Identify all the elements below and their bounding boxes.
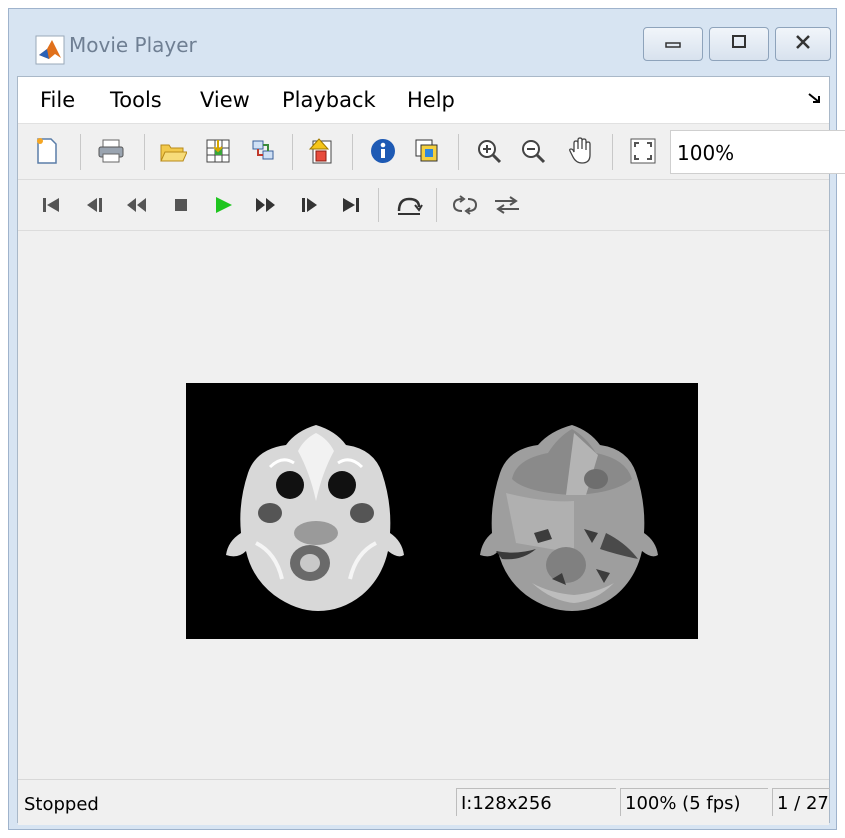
highlight-simulink-icon[interactable] xyxy=(306,136,336,166)
go-to-last-icon[interactable] xyxy=(336,190,366,220)
new-document-icon[interactable] xyxy=(32,136,62,166)
close-icon xyxy=(793,34,813,55)
close-button[interactable] xyxy=(775,27,831,61)
step-back-icon[interactable] xyxy=(80,190,110,220)
menu-bar: File Tools View Playback Help xyxy=(18,77,829,124)
toolbar-separator xyxy=(458,134,459,170)
toolbar-separator xyxy=(378,188,379,222)
maximize-button[interactable] xyxy=(709,27,769,61)
jump-to-icon[interactable] xyxy=(394,190,424,220)
menu-help[interactable]: Help xyxy=(407,88,455,112)
toolbar-separator xyxy=(436,188,437,222)
zoom-in-icon[interactable] xyxy=(474,136,504,166)
info-icon[interactable] xyxy=(368,136,398,166)
dock-arrow-icon[interactable] xyxy=(807,91,821,107)
menu-file[interactable]: File xyxy=(40,88,75,112)
toolbar-separator xyxy=(352,134,353,170)
connect-signal-icon[interactable] xyxy=(248,136,278,166)
pan-hand-icon[interactable] xyxy=(566,136,596,166)
repeat-icon[interactable] xyxy=(450,190,480,220)
go-to-first-icon[interactable] xyxy=(36,190,66,220)
toolbar-separator xyxy=(612,134,613,170)
image-info-cell: I:128x256 xyxy=(456,788,616,816)
playback-toolbar xyxy=(18,180,829,231)
movie-player-window: Movie Player File Tools View Playback He… xyxy=(8,8,845,830)
step-forward-icon[interactable] xyxy=(294,190,324,220)
status-bar: Stopped I:128x256 100% (5 fps) 1 / 27 xyxy=(18,779,830,825)
window-title: Movie Player xyxy=(69,33,197,57)
menu-view[interactable]: View xyxy=(200,88,250,112)
frame-counter-cell: 1 / 27 xyxy=(772,788,830,816)
minimize-button[interactable] xyxy=(643,27,703,61)
zoom-out-icon[interactable] xyxy=(518,136,548,166)
print-icon[interactable] xyxy=(96,136,126,166)
main-toolbar: 100% xyxy=(18,124,845,180)
zoom-level-field[interactable]: 100% xyxy=(670,130,845,174)
zoom-fps-cell: 100% (5 fps) xyxy=(620,788,768,816)
matlab-logo-icon xyxy=(35,35,65,65)
open-folder-icon[interactable] xyxy=(158,136,188,166)
menu-tools[interactable]: Tools xyxy=(110,88,162,112)
toolbar-separator xyxy=(80,134,81,170)
video-viewport[interactable] xyxy=(18,231,829,779)
stop-icon[interactable] xyxy=(166,190,196,220)
mri-frame-image xyxy=(226,425,658,611)
fast-forward-icon[interactable] xyxy=(250,190,280,220)
title-bar[interactable]: Movie Player xyxy=(9,9,836,77)
maximize-icon xyxy=(729,34,749,55)
menu-playback[interactable]: Playback xyxy=(282,88,376,112)
rewind-icon[interactable] xyxy=(122,190,152,220)
forward-backward-icon[interactable] xyxy=(492,190,522,220)
video-frame xyxy=(186,383,698,639)
playback-status-text: Stopped xyxy=(24,794,99,815)
toolbar-separator xyxy=(144,134,145,170)
minimize-icon xyxy=(663,35,683,54)
colormap-icon[interactable] xyxy=(412,136,442,166)
toolbar-separator xyxy=(292,134,293,170)
client-area: File Tools View Playback Help 100% Stopp… xyxy=(17,76,845,825)
export-frame-icon[interactable] xyxy=(203,136,233,166)
play-icon[interactable] xyxy=(208,190,238,220)
fit-to-window-icon[interactable] xyxy=(628,136,658,166)
